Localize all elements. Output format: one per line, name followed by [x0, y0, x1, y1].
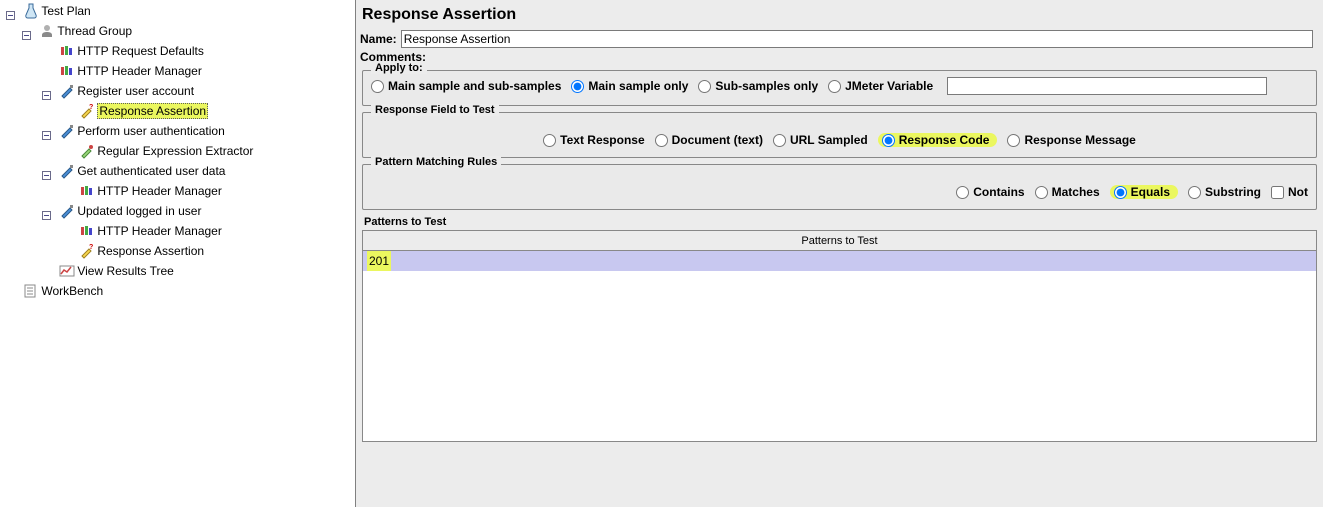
- tree-label: Perform user authentication: [77, 124, 224, 138]
- apply-to-main-only[interactable]: Main sample only: [571, 79, 688, 93]
- name-input[interactable]: [401, 30, 1313, 48]
- tree-node-response-assertion-2[interactable]: ? Response Assertion: [77, 242, 206, 260]
- sampler-icon: [59, 123, 75, 139]
- tree-node-header-mgr-3[interactable]: HTTP Header Manager: [77, 222, 224, 240]
- assertion-icon: ?: [79, 103, 95, 119]
- config-icon: [59, 63, 75, 79]
- tree-label: WorkBench: [41, 284, 103, 298]
- tree-node-http-defaults[interactable]: HTTP Request Defaults: [57, 42, 206, 60]
- tree-label: View Results Tree: [77, 264, 174, 278]
- assertion-icon: ?: [79, 243, 95, 259]
- svg-text:?: ?: [89, 244, 93, 251]
- apply-to-title: Apply to:: [371, 62, 427, 74]
- tree-node-response-assertion[interactable]: ? Response Assertion: [77, 102, 210, 120]
- workbench-icon: [23, 283, 39, 299]
- test-plan-tree[interactable]: Test Plan Thread Group HTTP Request Defa…: [0, 0, 356, 507]
- radio-label: Substring: [1205, 185, 1261, 199]
- response-field-fieldset: Response Field to Test Text Response Doc…: [362, 112, 1317, 158]
- table-row[interactable]: 201: [363, 251, 1316, 271]
- rule-not-checkbox[interactable]: Not: [1271, 185, 1308, 199]
- config-icon: [79, 183, 95, 199]
- tree-node-workbench[interactable]: WorkBench: [21, 282, 105, 300]
- flask-icon: [23, 3, 39, 19]
- tree-label: HTTP Request Defaults: [77, 44, 204, 58]
- jmeter-variable-input[interactable]: [947, 77, 1267, 95]
- rule-substring[interactable]: Substring: [1188, 185, 1261, 199]
- tree-label: Updated logged in user: [77, 204, 201, 218]
- sampler-icon: [59, 203, 75, 219]
- tree-label: Test Plan: [41, 4, 90, 18]
- sampler-icon: [59, 163, 75, 179]
- tree-label: Response Assertion: [97, 244, 204, 258]
- tree-label: HTTP Header Manager: [97, 224, 222, 238]
- tree-node-header-mgr-2[interactable]: HTTP Header Manager: [77, 182, 224, 200]
- radio-label: Main sample and sub-samples: [388, 79, 561, 93]
- tree-toggle-icon[interactable]: [42, 91, 51, 100]
- tree-node-register-user[interactable]: Register user account: [57, 82, 196, 100]
- tree-toggle-icon[interactable]: [42, 211, 51, 220]
- rule-matches[interactable]: Matches: [1035, 185, 1100, 199]
- tree-node-header-mgr[interactable]: HTTP Header Manager: [57, 62, 204, 80]
- radio-label: Equals: [1131, 185, 1170, 199]
- tree-label: Get authenticated user data: [77, 164, 225, 178]
- response-field-title: Response Field to Test: [371, 104, 499, 116]
- tree-node-thread-group[interactable]: Thread Group: [37, 22, 134, 40]
- radio-label: Matches: [1052, 185, 1100, 199]
- tree-label: HTTP Header Manager: [77, 64, 202, 78]
- rule-contains[interactable]: Contains: [956, 185, 1024, 199]
- respfield-response-code[interactable]: Response Code: [878, 133, 998, 147]
- checkbox-label: Not: [1288, 185, 1308, 199]
- tree-node-get-auth-data[interactable]: Get authenticated user data: [57, 162, 227, 180]
- patterns-column-header: Patterns to Test: [363, 231, 1316, 251]
- patterns-section-title: Patterns to Test: [364, 216, 1319, 228]
- config-icon: [59, 43, 75, 59]
- tree-node-perform-auth[interactable]: Perform user authentication: [57, 122, 226, 140]
- radio-label: Sub-samples only: [715, 79, 818, 93]
- apply-to-main-and-sub[interactable]: Main sample and sub-samples: [371, 79, 561, 93]
- rule-equals[interactable]: Equals: [1110, 185, 1178, 199]
- apply-to-jmeter-var[interactable]: JMeter Variable: [828, 79, 933, 93]
- tree-toggle-icon[interactable]: [42, 131, 51, 140]
- tree-toggle-icon[interactable]: [42, 171, 51, 180]
- tree-toggle-icon[interactable]: [6, 11, 15, 20]
- editor-pane: Response Assertion Name: Comments: Apply…: [356, 0, 1323, 507]
- config-icon: [79, 223, 95, 239]
- svg-text:?: ?: [89, 104, 93, 111]
- postprocessor-icon: [79, 143, 95, 159]
- apply-to-sub-only[interactable]: Sub-samples only: [698, 79, 818, 93]
- listener-icon: [59, 263, 75, 279]
- match-rules-fieldset: Pattern Matching Rules Contains Matches …: [362, 164, 1317, 210]
- match-rules-title: Pattern Matching Rules: [371, 156, 501, 168]
- tree-label: Register user account: [77, 84, 194, 98]
- patterns-table-body[interactable]: 201: [363, 251, 1316, 441]
- name-label: Name:: [360, 32, 397, 46]
- respfield-url-sampled[interactable]: URL Sampled: [773, 133, 868, 147]
- radio-label: Contains: [973, 185, 1024, 199]
- patterns-table[interactable]: Patterns to Test 201: [362, 230, 1317, 442]
- tree-label: Thread Group: [57, 24, 132, 38]
- apply-to-fieldset: Apply to: Main sample and sub-samples Ma…: [362, 70, 1317, 106]
- radio-label: JMeter Variable: [845, 79, 933, 93]
- tree-label: Regular Expression Extractor: [97, 144, 253, 158]
- thread-group-icon: [39, 23, 55, 39]
- pattern-cell: 201: [367, 251, 391, 271]
- respfield-document[interactable]: Document (text): [655, 133, 763, 147]
- panel-title: Response Assertion: [362, 6, 1319, 24]
- radio-label: Main sample only: [588, 79, 688, 93]
- radio-label: Response Code: [899, 133, 990, 147]
- tree-node-updated-logged[interactable]: Updated logged in user: [57, 202, 203, 220]
- tree-label: HTTP Header Manager: [97, 184, 222, 198]
- tree-node-test-plan[interactable]: Test Plan: [21, 2, 92, 20]
- tree-toggle-icon[interactable]: [22, 31, 31, 40]
- radio-label: Text Response: [560, 133, 644, 147]
- tree-node-view-results[interactable]: View Results Tree: [57, 262, 176, 280]
- radio-label: Response Message: [1024, 133, 1135, 147]
- tree-node-regex-extractor[interactable]: Regular Expression Extractor: [77, 142, 255, 160]
- respfield-text-response[interactable]: Text Response: [543, 133, 644, 147]
- respfield-response-message[interactable]: Response Message: [1007, 133, 1135, 147]
- sampler-icon: [59, 83, 75, 99]
- radio-label: Document (text): [672, 133, 763, 147]
- tree-label: Response Assertion: [97, 103, 208, 119]
- radio-label: URL Sampled: [790, 133, 868, 147]
